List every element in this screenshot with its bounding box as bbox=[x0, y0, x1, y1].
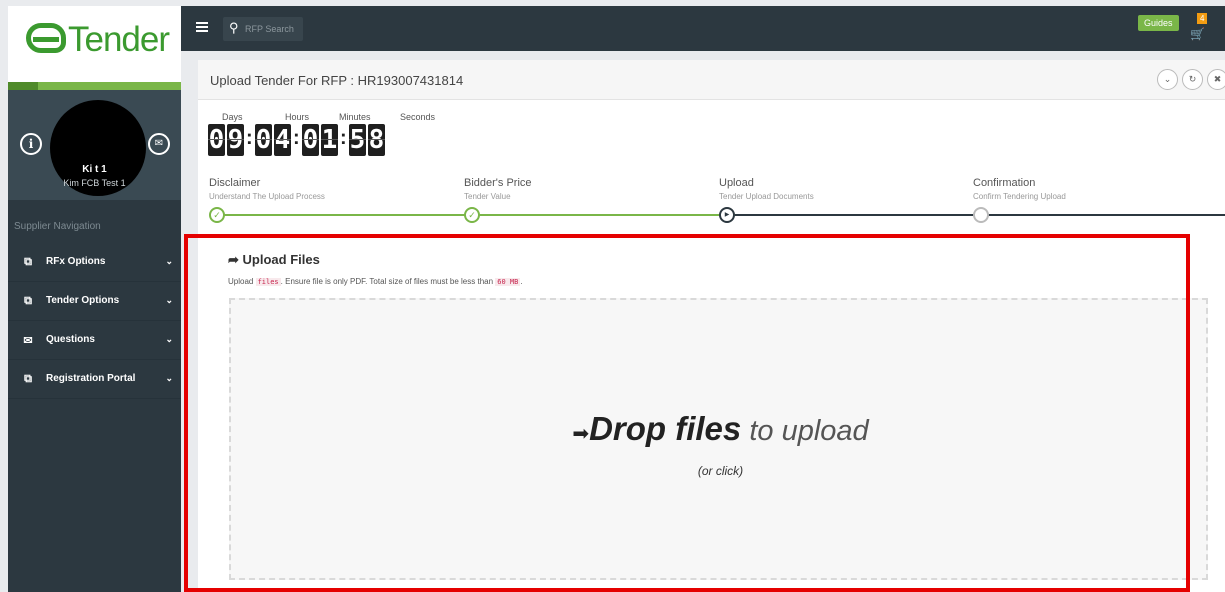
top-bar: ⚲ Guides 🛒 4 bbox=[181, 6, 1225, 51]
upload-desc-pre: Upload bbox=[228, 277, 256, 286]
countdown-digit: 9 bbox=[227, 124, 244, 156]
dropzone-hint: (or click) bbox=[697, 464, 744, 478]
step-title-disclaimer: Disclaimer bbox=[209, 177, 261, 189]
countdown-digit: 4 bbox=[274, 124, 291, 156]
countdown-digit: 0 bbox=[208, 124, 225, 156]
logo-area[interactable]: Tender bbox=[8, 6, 181, 82]
chevron-down-icon: ⌄ bbox=[165, 334, 173, 344]
sidebar-nav: ⧉ RFx Options ⌄ ⧉ Tender Options ⌄ ✉ Que… bbox=[8, 243, 181, 399]
sidebar: Tender i ✉ Ki t 1 Kim FCB Test 1 Supplie… bbox=[8, 6, 181, 592]
nav-header: Supplier Navigation bbox=[14, 221, 101, 232]
search-icon: ⚲ bbox=[229, 20, 239, 35]
guides-button[interactable]: Guides bbox=[1138, 15, 1179, 31]
step-done-check-icon[interactable]: ✓ bbox=[209, 207, 225, 223]
panel-header: Upload Tender For RFP : HR193007431814 ⌄… bbox=[198, 60, 1225, 100]
countdown-label-seconds: Seconds bbox=[400, 112, 436, 122]
menu-toggle-icon[interactable] bbox=[196, 22, 208, 32]
mail-icon[interactable]: ✉ bbox=[148, 133, 170, 155]
countdown-digit: 1 bbox=[321, 124, 338, 156]
sidebar-item-label: Questions bbox=[46, 334, 95, 345]
refresh-icon: ↻ bbox=[1188, 74, 1197, 84]
dropzone-message: ➡Drop files to upload bbox=[231, 410, 1210, 448]
sidebar-item-tender-options[interactable]: ⧉ Tender Options ⌄ bbox=[8, 282, 181, 321]
upload-panel: Upload Tender For RFP : HR193007431814 ⌄… bbox=[198, 60, 1225, 592]
step-current-icon[interactable]: ▶ bbox=[719, 207, 735, 223]
info-icon[interactable]: i bbox=[20, 133, 42, 155]
countdown-separator: : bbox=[293, 127, 300, 149]
clipboard-icon: ⧉ bbox=[24, 256, 32, 268]
close-button[interactable]: ✖ bbox=[1207, 69, 1225, 90]
countdown-separator: : bbox=[340, 127, 347, 149]
dropzone-secondary-text: to upload bbox=[741, 415, 869, 447]
sidebar-item-label: Registration Portal bbox=[46, 373, 136, 384]
progress-steps: Disclaimer Understand The Upload Process… bbox=[198, 175, 1225, 230]
step-title-upload: Upload bbox=[719, 177, 754, 189]
upload-desc-post: . bbox=[520, 277, 523, 286]
step-sub-upload: Tender Upload Documents bbox=[719, 192, 814, 201]
upload-files-heading: ➦ Upload Files bbox=[228, 252, 320, 268]
profile-panel: i ✉ Ki t 1 Kim FCB Test 1 bbox=[8, 90, 181, 200]
sidebar-item-label: RFx Options bbox=[46, 256, 106, 267]
file-dropzone[interactable]: ➡Drop files to upload (or click) bbox=[229, 298, 1208, 580]
upload-desc-code-size: 60 MB bbox=[495, 278, 521, 286]
countdown-digit: 5 bbox=[349, 124, 366, 156]
profile-subtitle: Kim FCB Test 1 bbox=[63, 178, 126, 188]
etender-logo: Tender bbox=[26, 20, 170, 60]
step-title-bidders-price: Bidder's Price bbox=[464, 177, 532, 189]
page-title: Upload Tender For RFP : HR193007431814 bbox=[210, 73, 464, 88]
clipboard-icon: ⧉ bbox=[24, 373, 32, 385]
upload-files-card: ➦ Upload Files Upload files. Ensure file… bbox=[198, 240, 1225, 592]
brand-stripe bbox=[8, 82, 181, 90]
sidebar-item-questions[interactable]: ✉ Questions ⌄ bbox=[8, 321, 181, 360]
cart-count-badge: 4 bbox=[1197, 13, 1208, 24]
countdown-label-days: Days bbox=[222, 112, 243, 122]
upload-desc-code-files: files bbox=[255, 278, 281, 286]
step-sub-confirmation: Confirm Tendering Upload bbox=[973, 192, 1066, 201]
step-sub-bidders-price: Tender Value bbox=[464, 192, 511, 201]
chevron-down-icon: ⌄ bbox=[165, 373, 173, 383]
step-sub-disclaimer: Understand The Upload Process bbox=[209, 192, 325, 201]
arrow-right-icon: ➡ bbox=[572, 423, 590, 445]
sidebar-item-rfx-options[interactable]: ⧉ RFx Options ⌄ bbox=[8, 243, 181, 282]
envelope-icon: ✉ bbox=[23, 335, 33, 347]
cart-icon[interactable]: 🛒 bbox=[1190, 27, 1205, 41]
search-input[interactable] bbox=[245, 22, 299, 36]
step-done-check-icon[interactable]: ✓ bbox=[464, 207, 480, 223]
sidebar-item-label: Tender Options bbox=[46, 295, 120, 306]
countdown-label-minutes: Minutes bbox=[339, 112, 371, 122]
sidebar-item-registration-portal[interactable]: ⧉ Registration Portal ⌄ bbox=[8, 360, 181, 399]
upload-desc-mid: . Ensure file is only PDF. Total size of… bbox=[280, 277, 496, 286]
countdown-label-hours: Hours bbox=[285, 112, 310, 122]
chevron-down-icon: ⌄ bbox=[165, 256, 173, 266]
share-arrow-icon: ➦ bbox=[228, 252, 239, 267]
refresh-button[interactable]: ↻ bbox=[1182, 69, 1203, 90]
upload-instructions: Upload files. Ensure file is only PDF. T… bbox=[228, 277, 523, 286]
step-pending-icon[interactable] bbox=[973, 207, 989, 223]
chevron-down-icon: ⌄ bbox=[1163, 74, 1172, 84]
step-title-confirmation: Confirmation bbox=[973, 177, 1036, 189]
close-icon: ✖ bbox=[1213, 74, 1222, 84]
countdown-digit: 0 bbox=[302, 124, 319, 156]
countdown-separator: : bbox=[246, 127, 253, 149]
upload-files-title: Upload Files bbox=[242, 252, 320, 267]
chevron-down-icon: ⌄ bbox=[165, 295, 173, 305]
profile-name: Ki t 1 bbox=[82, 164, 107, 175]
collapse-button[interactable]: ⌄ bbox=[1157, 69, 1178, 90]
clipboard-icon: ⧉ bbox=[24, 295, 32, 307]
countdown-digit: 0 bbox=[255, 124, 272, 156]
dropzone-main-text: Drop files bbox=[589, 410, 742, 447]
countdown-digit: 8 bbox=[368, 124, 385, 156]
logo-text: Tender bbox=[68, 20, 170, 59]
rfp-search[interactable]: ⚲ bbox=[223, 17, 303, 41]
